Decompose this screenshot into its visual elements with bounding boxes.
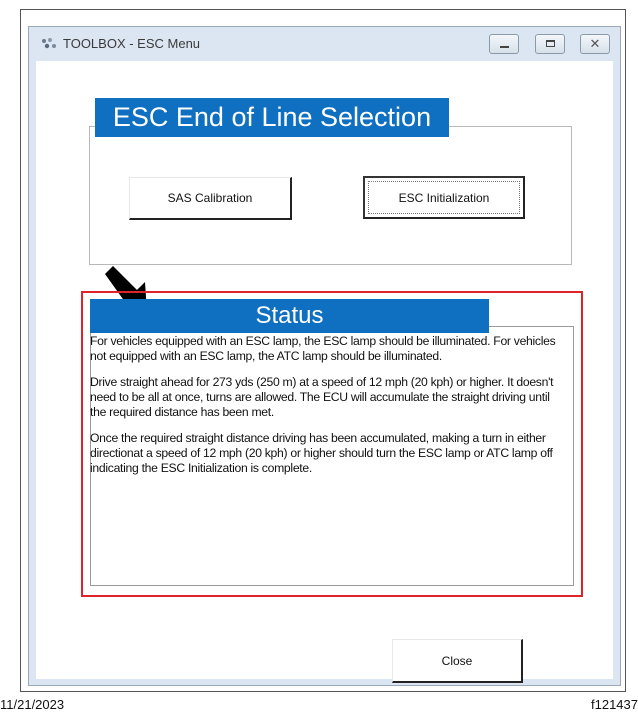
esc-initialization-label: ESC Initialization xyxy=(398,191,490,205)
maximize-icon xyxy=(546,40,555,47)
maximize-button[interactable] xyxy=(535,34,565,54)
footer-date: 11/21/2023 xyxy=(0,697,65,712)
status-header: Status xyxy=(90,299,489,333)
figure-id: f121437 xyxy=(591,697,638,712)
toolbox-window: TOOLBOX - ESC Menu ✕ ESC End of Line Sel… xyxy=(28,26,621,686)
title-bar[interactable]: TOOLBOX - ESC Menu ✕ xyxy=(29,27,620,61)
close-button[interactable]: Close xyxy=(392,639,523,683)
dialog-client-area: ESC End of Line Selection SAS Calibratio… xyxy=(36,61,613,683)
close-icon: ✕ xyxy=(589,36,601,51)
minimize-icon xyxy=(500,46,509,48)
toolbox-app-icon xyxy=(42,38,56,49)
window-title: TOOLBOX - ESC Menu xyxy=(63,36,201,51)
status-paragraph: Drive straight ahead for 273 yds (250 m)… xyxy=(90,375,554,419)
sas-calibration-button[interactable]: SAS Calibration xyxy=(129,177,292,220)
eol-selection-header: ESC End of Line Selection xyxy=(95,98,449,137)
esc-initialization-button[interactable]: ESC Initialization xyxy=(363,176,525,219)
minimize-button[interactable] xyxy=(489,34,519,54)
status-message: For vehicles equipped with an ESC lamp, … xyxy=(90,334,568,487)
status-paragraph: For vehicles equipped with an ESC lamp, … xyxy=(90,334,556,363)
window-close-button[interactable]: ✕ xyxy=(580,34,610,54)
status-paragraph: Once the required straight distance driv… xyxy=(90,431,553,475)
